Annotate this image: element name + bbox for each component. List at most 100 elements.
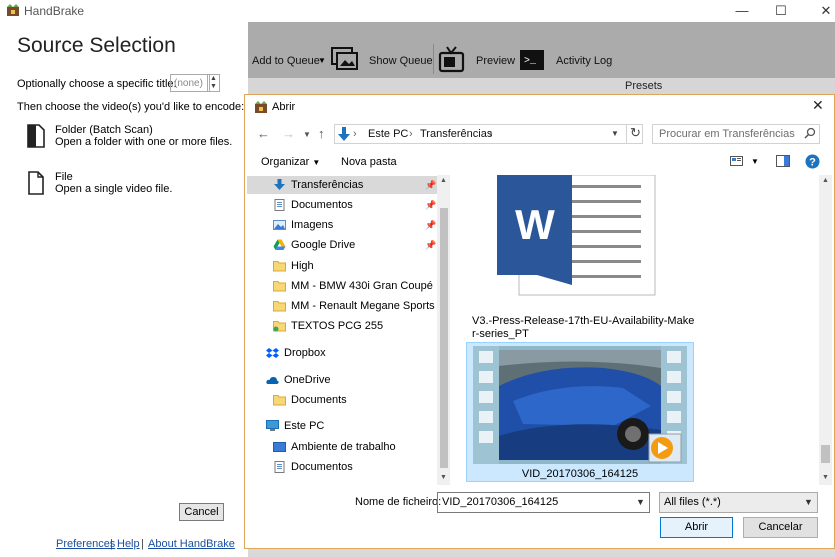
scroll-up-icon[interactable]: ▲	[822, 177, 829, 184]
nav-item-label: Este PC	[284, 420, 325, 432]
nav-item-label: Documentos	[291, 461, 353, 473]
nav-item-bmw[interactable]: MM - BMW 430i Gran Coupé	[273, 276, 433, 296]
view-dropdown-icon[interactable]: ▼	[751, 157, 759, 166]
nav-item-imagens[interactable]: Imagens	[273, 215, 333, 235]
documents-icon	[274, 461, 285, 473]
organize-menu[interactable]: Organizar ▼	[261, 156, 320, 168]
preview-pane-icon[interactable]	[776, 155, 790, 167]
dialog-cancel-button[interactable]: Cancelar	[743, 517, 818, 538]
presets-header-strip	[248, 78, 835, 94]
download-arrow-icon	[338, 127, 350, 141]
file-list-scrollbar-thumb[interactable]	[821, 445, 830, 463]
nav-item-label: MM - Renault Megane Sports Tou	[291, 300, 437, 312]
breadcrumb-transferencias[interactable]: Transferências	[420, 128, 492, 140]
breadcrumb-separator: ›	[489, 128, 493, 140]
video-thumbnail-icon	[473, 346, 687, 464]
link-separator: |	[110, 538, 113, 550]
nav-item-onedrive-documents[interactable]: Documents	[273, 390, 347, 410]
pin-icon: 📌	[425, 180, 437, 190]
preview-button[interactable]: Preview	[476, 55, 515, 67]
file-name-word-document: V3.-Press-Release-17th-EU-Availability-M…	[472, 315, 695, 340]
nav-item-textos-pcg[interactable]: TEXTOS PCG 255	[273, 316, 383, 336]
nav-item-label: Transferências	[291, 179, 364, 191]
title-select-label: Optionally choose a specific title:	[17, 78, 177, 90]
recent-locations-chevron-icon[interactable]: ▼	[303, 130, 311, 139]
scroll-up-icon[interactable]: ▲	[440, 177, 447, 184]
preferences-link[interactable]: Preferences	[56, 538, 115, 550]
filename-dropdown-icon[interactable]: ▼	[636, 497, 645, 507]
nav-item-este-pc[interactable]: Este PC	[266, 416, 324, 436]
dialog-close-button[interactable]: ✕	[812, 97, 824, 114]
nav-scrollbar-thumb[interactable]	[440, 208, 448, 468]
folder-option-title: Folder (Batch Scan)	[55, 124, 153, 136]
handbrake-logo-icon	[7, 4, 19, 16]
filename-label: Nome de ficheiro:	[355, 496, 442, 508]
nav-item-google-drive[interactable]: Google Drive	[273, 235, 355, 255]
handbrake-logo-icon	[255, 101, 267, 113]
file-list-scrollbar[interactable]	[819, 175, 832, 485]
nav-item-label: TEXTOS PCG 255	[291, 320, 384, 332]
nav-item-label: MM - BMW 430i Gran Coupé	[291, 280, 433, 292]
preview-tv-icon	[438, 46, 465, 73]
nav-item-renault[interactable]: MM - Renault Megane Sports Tou	[273, 296, 437, 316]
show-queue-icon	[331, 47, 358, 70]
computer-icon	[266, 420, 279, 431]
filename-input[interactable]: VID_20170306_164125	[437, 492, 650, 513]
add-to-queue-button[interactable]: Add to Queue	[252, 55, 320, 67]
pin-icon: 📌	[425, 240, 437, 250]
background-panel	[248, 549, 835, 557]
breadcrumb-este-pc[interactable]: Este PC	[368, 128, 408, 140]
file-type-select[interactable]: All files (*.*)	[659, 492, 818, 513]
breadcrumb-separator: ›	[409, 128, 413, 140]
link-separator: |	[141, 538, 144, 550]
documents-icon	[274, 199, 285, 211]
svg-text:W: W	[515, 201, 555, 248]
folder-batch-scan-option[interactable]: Folder (Batch Scan) Open a folder with o…	[26, 124, 232, 154]
nav-item-label: High	[291, 260, 314, 272]
address-dropdown-icon[interactable]: ▼	[611, 129, 619, 138]
forward-arrow-icon[interactable]: →	[282, 126, 295, 141]
new-folder-button[interactable]: Nova pasta	[341, 156, 397, 168]
nav-item-este-pc-documentos[interactable]: Documentos	[273, 457, 353, 477]
organize-dropdown-icon: ▼	[312, 158, 321, 167]
view-options-icon[interactable]	[730, 156, 744, 167]
title-spinner[interactable]: ▲ ▼	[207, 74, 220, 92]
nav-item-onedrive[interactable]: OneDrive	[266, 370, 330, 390]
scroll-down-icon[interactable]: ▼	[440, 474, 447, 481]
organize-label: Organizar	[261, 156, 310, 168]
nav-item-label: OneDrive	[284, 374, 331, 386]
nav-item-documentos[interactable]: Documentos	[273, 195, 353, 215]
nav-item-label: Documents	[291, 394, 347, 406]
choose-source-label: Then choose the video(s) you'd like to e…	[17, 101, 245, 113]
up-arrow-icon[interactable]: ↑	[318, 126, 325, 141]
add-to-queue-dropdown-icon[interactable]: ▼	[318, 56, 326, 65]
help-icon[interactable]: ?	[805, 154, 820, 169]
refresh-icon[interactable]: ↻	[626, 125, 644, 143]
maximize-button[interactable]: ☐	[758, 0, 804, 22]
about-link[interactable]: About HandBrake	[148, 538, 235, 550]
svg-text:?: ?	[809, 157, 816, 169]
single-file-option[interactable]: File Open a single video file.	[26, 171, 226, 201]
show-queue-button[interactable]: Show Queue	[369, 55, 433, 67]
search-icon[interactable]	[804, 127, 816, 139]
presets-label: Presets	[625, 80, 663, 92]
activity-log-console-icon: >_	[520, 50, 544, 70]
folder-icon	[273, 301, 286, 312]
title-select[interactable]: (none)	[170, 74, 210, 92]
nav-item-transferencias[interactable]: Transferências	[273, 175, 363, 195]
nav-item-ambiente-de-trabalho[interactable]: Ambiente de trabalho	[273, 437, 396, 457]
nav-item-dropbox[interactable]: Dropbox	[266, 343, 326, 363]
close-window-button[interactable]: ✕	[803, 0, 835, 22]
command-bar	[246, 149, 834, 175]
file-type-dropdown-icon[interactable]: ▼	[804, 497, 813, 507]
word-document-icon: W	[497, 175, 656, 296]
folder-icon	[273, 281, 286, 292]
help-link[interactable]: Help	[117, 538, 140, 550]
nav-item-high[interactable]: High	[273, 256, 314, 276]
title-bar	[0, 0, 835, 22]
activity-log-button[interactable]: Activity Log	[556, 55, 612, 67]
source-cancel-button[interactable]: Cancel	[179, 503, 224, 521]
open-button[interactable]: Abrir	[660, 517, 733, 538]
scroll-down-icon[interactable]: ▼	[822, 474, 829, 481]
back-arrow-icon[interactable]: ←	[257, 126, 270, 141]
